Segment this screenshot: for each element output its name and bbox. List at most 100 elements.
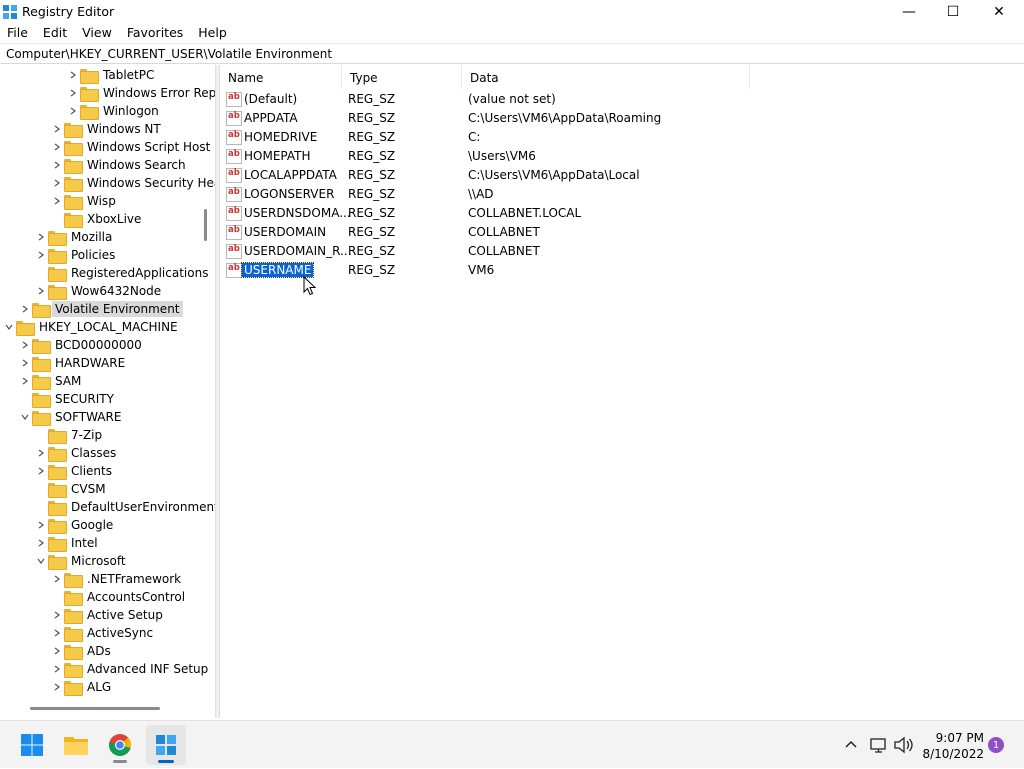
chevron-down-icon[interactable]	[2, 318, 16, 336]
value-row[interactable]: ab HOMEPATH REG_SZ \Users\VM6	[220, 147, 1020, 166]
chevron-right-icon[interactable]	[50, 606, 64, 624]
regedit-taskbar-button[interactable]	[146, 725, 186, 765]
tree-item[interactable]: BCD00000000	[18, 336, 145, 354]
tree-item[interactable]: XboxLive	[50, 210, 144, 228]
chevron-right-icon[interactable]	[66, 84, 80, 102]
chevron-right-icon[interactable]	[50, 156, 64, 174]
value-row[interactable]: ab USERNAME REG_SZ VM6	[220, 261, 1020, 280]
chevron-right-icon[interactable]	[18, 300, 32, 318]
chevron-right-icon[interactable]	[34, 534, 48, 552]
tree-item[interactable]: 7-Zip	[34, 426, 105, 444]
chevron-right-icon[interactable]	[34, 282, 48, 300]
tree-item[interactable]: Winlogon	[66, 102, 162, 120]
tree-item[interactable]: Active Setup	[50, 606, 166, 624]
tree-item[interactable]: SECURITY	[18, 390, 117, 408]
chevron-right-icon[interactable]	[50, 120, 64, 138]
tree-item[interactable]: ALG	[50, 678, 114, 696]
value-row[interactable]: ab (Default) REG_SZ (value not set)	[220, 90, 1020, 109]
tree-item[interactable]: Classes	[34, 444, 119, 462]
show-hidden-icons-button[interactable]	[840, 721, 862, 769]
address-path[interactable]: Computer\HKEY_CURRENT_USER\Volatile Envi…	[6, 47, 332, 61]
menu-favorites[interactable]: Favorites	[120, 23, 191, 43]
value-row[interactable]: ab APPDATA REG_SZ C:\Users\VM6\AppData\Roam…	[220, 109, 1020, 128]
tree-item[interactable]: ActiveSync	[50, 624, 156, 642]
value-row[interactable]: ab USERDOMAIN_R... REG_SZ COLLABNET	[220, 242, 1020, 261]
tree-item[interactable]: TabletPC	[66, 66, 157, 84]
tree-item[interactable]: Windows Script Host	[50, 138, 213, 156]
value-row[interactable]: ab LOGONSERVER REG_SZ \\AD	[220, 185, 1020, 204]
file-explorer-button[interactable]	[56, 725, 96, 765]
tree-item[interactable]: Google	[34, 516, 116, 534]
chrome-button[interactable]	[100, 725, 140, 765]
chevron-right-icon[interactable]	[34, 516, 48, 534]
tree-item[interactable]: AccountsControl	[50, 588, 188, 606]
tree-item[interactable]: Clients	[34, 462, 115, 480]
value-row[interactable]: ab USERDNSDOMA... REG_SZ COLLABNET.LOCAL	[220, 204, 1020, 223]
tree-item[interactable]: HARDWARE	[18, 354, 128, 372]
chevron-right-icon[interactable]	[66, 102, 80, 120]
chevron-right-icon[interactable]	[34, 444, 48, 462]
tree-item[interactable]: Intel	[34, 534, 101, 552]
key-tree-pane[interactable]: TabletPC Windows Error Reporting Winlogon W…	[0, 65, 215, 718]
tree-horizontal-scrollbar[interactable]	[30, 707, 160, 710]
chevron-right-icon[interactable]	[50, 678, 64, 696]
chevron-right-icon[interactable]	[50, 570, 64, 588]
chevron-right-icon[interactable]	[18, 372, 32, 390]
column-header-type[interactable]: Type	[342, 65, 462, 89]
close-button[interactable]: ✕	[976, 0, 1022, 23]
tree-item-label: Classes	[71, 446, 117, 460]
minimize-button[interactable]: —	[886, 0, 932, 23]
tree-item[interactable]: .NETFramework	[50, 570, 184, 588]
chevron-right-icon[interactable]	[18, 354, 32, 372]
menu-edit[interactable]: Edit	[36, 23, 75, 43]
chevron-right-icon[interactable]	[50, 138, 64, 156]
chevron-down-icon[interactable]	[34, 552, 48, 570]
tree-item[interactable]: Windows Search	[50, 156, 189, 174]
tree-vertical-scrollbar[interactable]	[204, 209, 207, 241]
tree-item[interactable]: DefaultUserEnvironment	[34, 498, 215, 516]
menu-help[interactable]: Help	[191, 23, 235, 43]
chevron-right-icon[interactable]	[34, 462, 48, 480]
tree-item[interactable]: Windows NT	[50, 120, 164, 138]
chevron-right-icon[interactable]	[50, 624, 64, 642]
tree-item[interactable]: RegisteredApplications	[34, 264, 211, 282]
menu-view[interactable]: View	[75, 23, 120, 43]
chevron-right-icon[interactable]	[50, 174, 64, 192]
chevron-right-icon[interactable]	[50, 642, 64, 660]
tree-item[interactable]: CVSM	[34, 480, 109, 498]
values-list-pane[interactable]: Name Type Data ab (Default) REG_SZ (value n…	[220, 65, 1024, 718]
chevron-right-icon[interactable]	[66, 66, 80, 84]
value-row[interactable]: ab HOMEDRIVE REG_SZ C:	[220, 128, 1020, 147]
tree-item[interactable]: Wow6432Node	[34, 282, 164, 300]
tree-item[interactable]: SAM	[18, 372, 84, 390]
tree-item[interactable]: HKEY_LOCAL_MACHINE	[2, 318, 181, 336]
tree-item[interactable]: Volatile Environment	[18, 300, 183, 318]
taskbar-clock[interactable]: 9:07 PM 8/10/2022	[920, 730, 984, 762]
tree-item[interactable]: Windows Security Health	[50, 174, 215, 192]
chevron-right-icon[interactable]	[34, 228, 48, 246]
tree-item[interactable]: Policies	[34, 246, 118, 264]
tree-item[interactable]: Windows Error Reporting	[66, 84, 215, 102]
address-bar[interactable]: Computer\HKEY_CURRENT_USER\Volatile Envi…	[0, 43, 1024, 64]
tree-item[interactable]: Wisp	[50, 192, 119, 210]
start-button[interactable]	[12, 725, 52, 765]
network-button[interactable]	[868, 721, 890, 769]
tree-item[interactable]: Advanced INF Setup	[50, 660, 211, 678]
value-row[interactable]: ab USERDOMAIN REG_SZ COLLABNET	[220, 223, 1020, 242]
chevron-right-icon[interactable]	[50, 660, 64, 678]
chevron-down-icon[interactable]	[18, 408, 32, 426]
menu-file[interactable]: File	[0, 23, 36, 43]
tree-item[interactable]: ADs	[50, 642, 114, 660]
column-header-data[interactable]: Data	[462, 65, 750, 89]
volume-button[interactable]	[892, 721, 914, 769]
tree-item[interactable]: SOFTWARE	[18, 408, 124, 426]
notification-badge[interactable]: 1	[988, 737, 1004, 753]
value-row[interactable]: ab LOCALAPPDATA REG_SZ C:\Users\VM6\AppData…	[220, 166, 1020, 185]
maximize-button[interactable]: ☐	[930, 0, 976, 23]
chevron-right-icon[interactable]	[18, 336, 32, 354]
tree-item[interactable]: Microsoft	[34, 552, 129, 570]
column-header-name[interactable]: Name	[220, 65, 342, 89]
tree-item[interactable]: Mozilla	[34, 228, 115, 246]
chevron-right-icon[interactable]	[50, 192, 64, 210]
chevron-right-icon[interactable]	[34, 246, 48, 264]
